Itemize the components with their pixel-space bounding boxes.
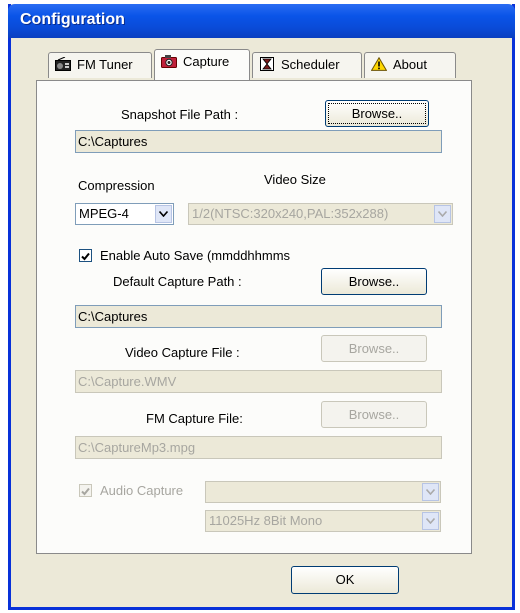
chevron-down-icon[interactable]	[434, 205, 451, 223]
compression-value: MPEG-4	[79, 206, 129, 221]
video-capture-browse-button[interactable]: Browse..	[321, 335, 427, 362]
audio-format-select[interactable]: 11025Hz 8Bit Mono	[205, 510, 441, 532]
warning-icon	[370, 56, 388, 71]
hourglass-icon	[259, 57, 275, 71]
default-capture-path-label: Default Capture Path :	[113, 274, 242, 289]
audio-format-value: 11025Hz 8Bit Mono	[209, 513, 323, 528]
video-size-value: 1/2(NTSC:320x240,PAL:352x288)	[192, 206, 389, 221]
tab-capture[interactable]: Capture	[154, 49, 250, 80]
fm-capture-file-label: FM Capture File:	[146, 411, 243, 426]
tab-label: Capture	[183, 54, 230, 69]
ok-button[interactable]: OK	[291, 566, 399, 594]
checkmark-icon	[81, 487, 90, 496]
fm-capture-file-field[interactable]: C:\CaptureMp3.mpg	[75, 436, 442, 459]
default-capture-browse-button[interactable]: Browse..	[321, 268, 427, 295]
checkmark-icon	[81, 252, 90, 261]
snapshot-browse-button[interactable]: Browse..	[325, 100, 429, 127]
video-capture-file-field[interactable]: C:\Capture.WMV	[75, 370, 442, 393]
video-capture-file-label: Video Capture File :	[125, 345, 240, 360]
snapshot-path-field[interactable]: C:\Captures	[75, 130, 442, 153]
video-size-label: Video Size	[264, 172, 326, 187]
tab-about[interactable]: About	[364, 52, 456, 78]
auto-save-checkbox[interactable]	[79, 249, 92, 262]
audio-capture-checkbox[interactable]	[79, 484, 92, 497]
default-capture-path-field[interactable]: C:\Captures	[75, 305, 442, 328]
tab-fm-tuner[interactable]: FM Tuner	[48, 52, 152, 78]
window-title: Configuration	[20, 11, 125, 28]
radio-icon	[55, 56, 71, 71]
tab-scheduler[interactable]: Scheduler	[252, 52, 362, 78]
video-size-select[interactable]: 1/2(NTSC:320x240,PAL:352x288)	[188, 203, 453, 225]
compression-label: Compression	[78, 178, 155, 193]
snapshot-path-label: Snapshot File Path :	[121, 107, 239, 122]
tab-label: About	[393, 57, 427, 72]
auto-save-label: Enable Auto Save (mmddhhmms	[100, 248, 291, 263]
chevron-down-icon[interactable]	[422, 512, 439, 530]
tab-label: FM Tuner	[77, 57, 133, 72]
compression-select[interactable]: MPEG-4	[75, 203, 174, 225]
audio-capture-label: Audio Capture	[100, 483, 184, 498]
audio-device-select[interactable]	[205, 481, 441, 503]
camera-icon	[161, 54, 177, 68]
tab-label: Scheduler	[281, 57, 340, 72]
fm-capture-browse-button[interactable]: Browse..	[321, 401, 427, 428]
title-bar[interactable]: Configuration	[8, 4, 515, 38]
chevron-down-icon[interactable]	[422, 483, 439, 501]
chevron-down-icon[interactable]	[155, 205, 172, 223]
